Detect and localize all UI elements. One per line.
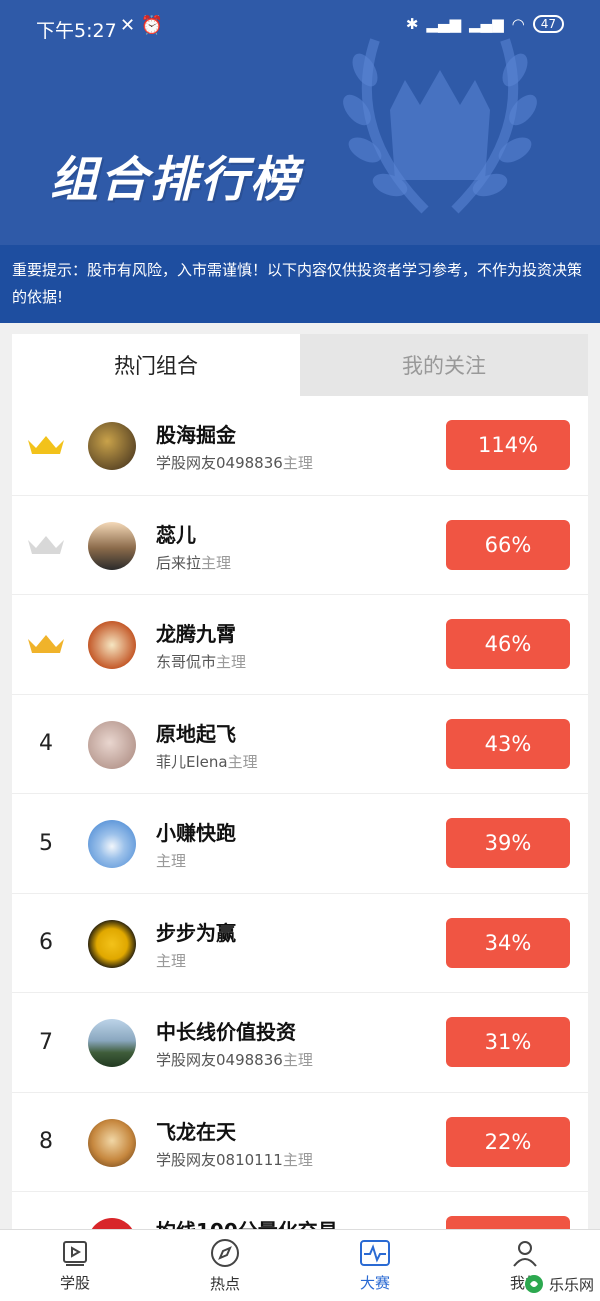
- portfolio-owner: 后来拉主理: [156, 552, 231, 573]
- owner-role: 主理: [282, 454, 313, 472]
- status-icons-left: ✕ ⏰: [120, 15, 163, 36]
- return-badge: 114%: [446, 420, 570, 470]
- nav-label: 热点: [209, 1275, 240, 1293]
- owner-name: 后来拉: [156, 553, 202, 572]
- owner-name: 东哥侃市: [156, 653, 217, 671]
- portfolio-owner: 学股网友0498836主理: [156, 452, 313, 473]
- return-badge: 66%: [446, 519, 570, 570]
- rank-number: 6: [39, 930, 53, 956]
- table-row[interactable]: 8 飞龙在天 学股网友0810111主理 22%: [12, 1093, 588, 1192]
- portfolio-owner: 学股网友0810111主理: [156, 1149, 313, 1170]
- alarm-icon: ⏰: [140, 15, 164, 36]
- return-badge: [446, 1216, 570, 1229]
- portfolio-list: 股海掘金 学股网友0498836主理 114% 蕊儿 后来拉主理 66% 龙腾九…: [12, 396, 588, 1229]
- avatar: [88, 919, 136, 968]
- table-row[interactable]: 蕊儿 后来拉主理 66%: [12, 496, 588, 595]
- tab-my-follows[interactable]: 我的关注: [300, 334, 588, 396]
- watermark: 乐乐网: [523, 1273, 594, 1295]
- portfolio-name: 龙腾九霄: [156, 622, 236, 646]
- rank-number: 5: [39, 830, 53, 856]
- avatar: [88, 621, 136, 669]
- owner-name: 学股网友0810111: [156, 1150, 283, 1169]
- table-row[interactable]: 均线100分量化交易: [12, 1192, 588, 1229]
- header-banner: 下午5:27 ✕ ⏰ ✱ ▂▄▆ ▂▄▆ ◠ 47 组合排行榜: [0, 0, 600, 245]
- portfolio-name: 股海掘金: [156, 423, 236, 447]
- gold-crown-icon: [28, 436, 64, 455]
- owner-role: 主理: [282, 1051, 313, 1069]
- mute-icon: ✕: [120, 15, 136, 36]
- nav-item-hot[interactable]: 热点: [150, 1230, 300, 1301]
- rank-number: 4: [39, 731, 53, 757]
- table-row[interactable]: 6 步步为赢 主理 34%: [12, 894, 588, 993]
- rank-number: 7: [39, 1029, 53, 1055]
- rank-number: [24, 1192, 68, 1229]
- tab-bar: 热门组合 我的关注: [12, 334, 588, 396]
- return-badge: 22%: [446, 1116, 570, 1167]
- portfolio-owner: 学股网友0498836主理: [156, 1049, 313, 1070]
- watermark-text: 乐乐网: [548, 1275, 594, 1294]
- risk-notice: 重要提示：股市有风险，入市需谨慎！以下内容仅供投资者学习参考，不作为投资决策的依…: [0, 245, 600, 323]
- portfolio-owner: 东哥侃市主理: [156, 651, 246, 672]
- table-row[interactable]: 5 小赚快跑 主理 39%: [12, 794, 588, 894]
- table-row[interactable]: 龙腾九霄 东哥侃市主理 46%: [12, 595, 588, 695]
- return-badge: 46%: [446, 619, 570, 669]
- silver-crown-icon: [28, 535, 64, 554]
- rank-badge: [24, 496, 68, 595]
- crown-laurel-icon: [343, 38, 537, 214]
- bottom-nav: 学股 热点 大赛 我的 乐乐网: [0, 1229, 600, 1301]
- nav-item-contest[interactable]: 大赛: [300, 1230, 450, 1301]
- nav-item-learn[interactable]: 学股: [0, 1230, 150, 1301]
- portfolio-name: 蕊儿: [156, 522, 196, 547]
- rank-badge: [24, 595, 68, 694]
- portfolio-owner: 主理: [156, 950, 186, 971]
- avatar: [88, 1019, 136, 1067]
- rank-badge: [24, 396, 68, 495]
- return-badge: 43%: [446, 718, 570, 769]
- avatar: [88, 1118, 136, 1167]
- owner-role: 主理: [227, 752, 258, 771]
- table-row[interactable]: 4 原地起飞 菲儿Elena主理 43%: [12, 695, 588, 794]
- return-badge: 34%: [446, 917, 570, 968]
- owner-name: 学股网友0498836: [156, 1051, 283, 1069]
- tab-hot-portfolios[interactable]: 热门组合: [12, 334, 300, 396]
- owner-role: 主理: [156, 951, 187, 970]
- avatar: [88, 521, 136, 570]
- table-row[interactable]: 7 中长线价值投资 学股网友0498836主理 31%: [12, 993, 588, 1093]
- status-time: 下午5:27: [36, 20, 117, 42]
- portfolio-name: 原地起飞: [156, 721, 236, 746]
- owner-name: 菲儿Elena: [156, 752, 228, 771]
- owner-name: 学股网友0498836: [156, 454, 283, 472]
- portfolio-owner: 主理: [156, 850, 186, 871]
- page-title: 组合排行榜: [50, 152, 301, 208]
- watermark-logo-icon: [524, 1275, 543, 1293]
- owner-role: 主理: [216, 653, 247, 671]
- owner-role: 主理: [282, 1150, 313, 1169]
- pulse-icon: [360, 1240, 390, 1266]
- avatar: [88, 820, 136, 868]
- portfolio-name: 小赚快跑: [156, 821, 236, 845]
- portfolio-name: 均线100分量化交易: [156, 1215, 338, 1229]
- nav-label: 学股: [59, 1274, 90, 1292]
- owner-role: 主理: [201, 553, 232, 572]
- nav-label: 大赛: [359, 1274, 390, 1292]
- owner-role: 主理: [156, 852, 187, 870]
- portfolio-name: 中长线价值投资: [156, 1020, 296, 1044]
- rank-number: 8: [39, 1129, 53, 1155]
- table-row[interactable]: 股海掘金 学股网友0498836主理 114%: [12, 396, 588, 496]
- portfolio-name: 步步为赢: [156, 920, 236, 945]
- portfolio-owner: 菲儿Elena主理: [156, 751, 258, 772]
- bronze-crown-icon: [28, 635, 64, 654]
- return-badge: 39%: [446, 818, 570, 868]
- return-badge: 31%: [446, 1017, 570, 1067]
- avatar: [88, 422, 136, 470]
- video-icon: [63, 1241, 87, 1266]
- avatar: [88, 720, 136, 769]
- avatar: [88, 1218, 136, 1229]
- user-icon: [513, 1241, 537, 1267]
- compass-icon: [211, 1239, 239, 1267]
- portfolio-name: 飞龙在天: [156, 1119, 236, 1144]
- ranking-panel: 热门组合 我的关注 股海掘金 学股网友0498836主理 114% 蕊儿 后来拉…: [12, 334, 588, 1229]
